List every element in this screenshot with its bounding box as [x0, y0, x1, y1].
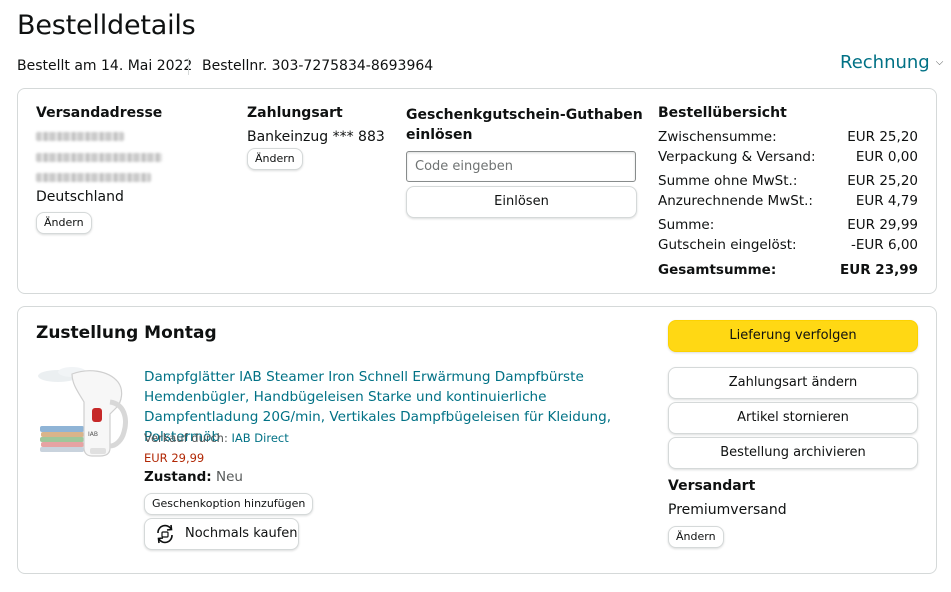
- svg-text:IAB: IAB: [88, 431, 98, 438]
- summary-label: Gesamtsumme:: [658, 262, 777, 278]
- summary-label: Zwischensumme:: [658, 129, 777, 145]
- summary-row-net: Summe ohne MwSt.: EUR 25,20: [658, 173, 918, 189]
- track-delivery-button[interactable]: Lieferung verfolgen: [668, 320, 918, 352]
- seller-link[interactable]: IAB Direct: [231, 431, 288, 445]
- summary-row-total: Gesamtsumme: EUR 23,99: [658, 262, 918, 278]
- summary-row-voucher: Gutschein eingelöst: -EUR 6,00: [658, 237, 918, 253]
- summary-value: -EUR 6,00: [850, 237, 918, 253]
- buy-again-icon: [154, 524, 176, 556]
- change-payment-button[interactable]: Zahlungsart ändern: [668, 367, 918, 399]
- buy-again-button[interactable]: Nochmals kaufen: [144, 518, 299, 550]
- shipping-address-heading: Versandadresse: [36, 105, 163, 121]
- add-gift-option-button[interactable]: Geschenkoption hinzufügen: [144, 493, 314, 515]
- page-title: Bestelldetails: [17, 10, 196, 41]
- summary-row-subtotal: Zwischensumme: EUR 25,20: [658, 129, 918, 145]
- redacted-street: [36, 153, 162, 162]
- gift-card-heading-line1: Geschenkgutschein-Guthaben: [406, 107, 643, 123]
- summary-value: EUR 25,20: [847, 129, 918, 145]
- change-payment-method-button[interactable]: Ändern: [247, 148, 303, 170]
- summary-label: Anzurechnende MwSt.:: [658, 193, 813, 209]
- gift-card-heading-line2: einlösen: [406, 127, 473, 143]
- archive-order-button[interactable]: Bestellung archivieren: [668, 437, 918, 469]
- order-number: Bestellnr. 303-7275834-8693964: [202, 58, 434, 74]
- change-shipping-type-button[interactable]: Ändern: [668, 526, 724, 548]
- change-address-button[interactable]: Ändern: [36, 212, 92, 234]
- delivery-heading: Zustellung Montag: [36, 323, 217, 343]
- shipping-country: Deutschland: [36, 189, 124, 205]
- summary-value: EUR 25,20: [847, 173, 918, 189]
- redacted-city: [36, 173, 151, 182]
- summary-value: EUR 0,00: [855, 149, 918, 165]
- condition-label: Zustand:: [144, 469, 212, 485]
- summary-value: EUR 23,99: [840, 262, 918, 278]
- product-price: EUR 29,99: [144, 451, 205, 465]
- buy-again-label: Nochmals kaufen: [185, 526, 298, 541]
- steamer-image: IAB: [38, 367, 128, 457]
- summary-value: EUR 4,79: [855, 193, 918, 209]
- summary-row-sum: Summe: EUR 29,99: [658, 217, 918, 233]
- summary-label: Summe:: [658, 217, 715, 233]
- sold-by: Verkauf durch: IAB Direct: [144, 431, 289, 445]
- cancel-items-button[interactable]: Artikel stornieren: [668, 402, 918, 434]
- summary-value: EUR 29,99: [847, 217, 918, 233]
- shipping-type-heading: Versandart: [668, 478, 756, 494]
- gift-card-heading: Geschenkgutschein-Guthaben einlösen: [406, 105, 643, 145]
- shipping-type-value: Premiumversand: [668, 502, 787, 518]
- product-image[interactable]: IAB: [38, 362, 134, 462]
- payment-heading: Zahlungsart: [247, 105, 343, 121]
- redeem-button[interactable]: Einlösen: [406, 186, 637, 218]
- order-date: Bestellt am 14. Mai 2022: [17, 58, 193, 74]
- summary-label: Verpackung & Versand:: [658, 149, 816, 165]
- redacted-name: [36, 132, 124, 141]
- summary-heading: Bestellübersicht: [658, 105, 787, 121]
- payment-method: Bankeinzug *** 883: [247, 129, 385, 145]
- chevron-down-icon: ⌵: [935, 57, 944, 68]
- summary-label: Gutschein eingelöst:: [658, 237, 797, 253]
- meta-divider: [188, 58, 189, 75]
- sold-by-label: Verkauf durch:: [144, 431, 228, 445]
- invoice-label: Rechnung: [840, 52, 930, 73]
- product-condition: Zustand: Neu: [144, 469, 243, 485]
- condition-value: Neu: [215, 469, 243, 485]
- summary-row-shipping: Verpackung & Versand: EUR 0,00: [658, 149, 918, 165]
- gift-card-code-input[interactable]: [406, 151, 636, 182]
- summary-row-tax: Anzurechnende MwSt.: EUR 4,79: [658, 193, 918, 209]
- invoice-link[interactable]: Rechnung ⌵: [840, 52, 943, 73]
- summary-label: Summe ohne MwSt.:: [658, 173, 798, 189]
